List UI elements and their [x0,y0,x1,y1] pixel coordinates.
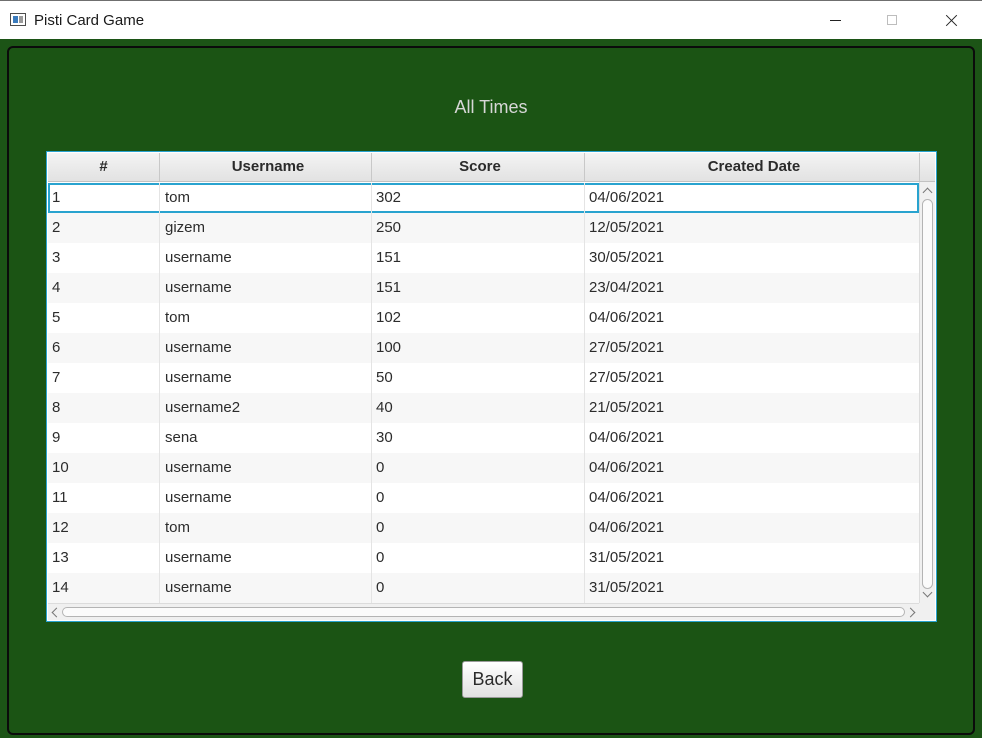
cell-username: username [160,543,372,573]
cell-username: username [160,573,372,603]
cell-created-date: 27/05/2021 [589,369,665,386]
cell-created-date: 04/06/2021 [589,519,665,536]
content-panel: All Times # Username Score Created Date … [7,46,975,735]
cell-username: tom [160,513,372,543]
back-button[interactable]: Back [462,661,523,698]
cell-username: tom [160,303,372,333]
cell-score: 100 [372,333,585,363]
cell-rank: 12 [48,513,160,543]
cell-score: 40 [372,393,585,423]
table-row[interactable]: 2 gizem 250 12/05/2021 [48,213,919,243]
cell-score: 30 [372,423,585,453]
cell-username: username [160,243,372,273]
column-header-username[interactable]: Username [160,153,372,181]
cell-rank: 5 [48,303,160,333]
cell-username: username [160,483,372,513]
minimize-icon[interactable] [806,1,864,39]
app-icon [10,13,26,26]
cell-username: username [160,363,372,393]
cell-rank: 11 [48,483,160,513]
cell-created-date: 27/05/2021 [589,339,665,356]
cell-created-date: 31/05/2021 [589,579,665,596]
table-row[interactable]: 3 username 151 30/05/2021 [48,243,919,273]
cell-username: tom [160,183,372,213]
column-header-created-date[interactable]: Created Date [585,153,919,181]
scrollbar-corner [919,603,935,620]
column-header-score[interactable]: Score [372,153,585,181]
cell-rank: 9 [48,423,160,453]
cell-rank: 13 [48,543,160,573]
cell-created-date: 04/06/2021 [589,309,665,326]
scroll-right-icon[interactable] [905,607,916,618]
header-corner [919,153,936,181]
cell-username: gizem [160,213,372,243]
cell-score: 151 [372,243,585,273]
cell-score: 102 [372,303,585,333]
cell-created-date: 12/05/2021 [589,219,665,236]
scores-table[interactable]: # Username Score Created Date 1 tom 302 04/… [46,151,937,622]
page-heading: All Times [454,97,528,117]
cell-created-date: 04/06/2021 [589,489,665,506]
cell-score: 50 [372,363,585,393]
cell-score: 0 [372,543,585,573]
cell-username: username2 [160,393,372,423]
cell-rank: 1 [48,183,160,213]
cell-score: 0 [372,573,585,603]
vertical-scrollbar[interactable] [919,182,935,603]
table-row[interactable]: 11 username 0 04/06/2021 [48,483,919,513]
cell-rank: 10 [48,453,160,483]
table-row[interactable]: 10 username 0 04/06/2021 [48,453,919,483]
cell-rank: 6 [48,333,160,363]
cell-score: 250 [372,213,585,243]
cell-rank: 8 [48,393,160,423]
vertical-scroll-thumb[interactable] [922,199,933,589]
cell-created-date: 04/06/2021 [589,429,665,446]
cell-username: username [160,453,372,483]
table-row[interactable]: 12 tom 0 04/06/2021 [48,513,919,543]
cell-score: 302 [372,183,585,213]
table-header: # Username Score Created Date [48,153,935,182]
scroll-left-icon[interactable] [51,607,62,618]
scroll-up-icon[interactable] [922,187,933,198]
window-title: Pisti Card Game [34,12,145,29]
cell-score: 151 [372,273,585,303]
table-row[interactable]: 13 username 0 31/05/2021 [48,543,919,573]
cell-created-date: 23/04/2021 [589,279,665,296]
cell-rank: 14 [48,573,160,603]
table-row[interactable]: 6 username 100 27/05/2021 [48,333,919,363]
cell-created-date: 31/05/2021 [589,549,665,566]
cell-username: username [160,273,372,303]
cell-rank: 4 [48,273,160,303]
table-row[interactable]: 9 sena 30 04/06/2021 [48,423,919,453]
cell-username: username [160,333,372,363]
maximize-icon[interactable] [864,1,922,39]
table-row[interactable]: 7 username 50 27/05/2021 [48,363,919,393]
horizontal-scrollbar[interactable] [48,603,919,620]
cell-score: 0 [372,513,585,543]
cell-created-date: 30/05/2021 [589,249,665,266]
table-row[interactable]: 8 username2 40 21/05/2021 [48,393,919,423]
table-body: 1 tom 302 04/06/2021 2 gizem 250 12/05/2021 3 use… [48,183,919,603]
cell-created-date: 21/05/2021 [589,399,665,416]
cell-score: 0 [372,453,585,483]
horizontal-scroll-thumb[interactable] [62,607,905,617]
scroll-down-icon[interactable] [922,587,933,598]
table-row[interactable]: 4 username 151 23/04/2021 [48,273,919,303]
cell-score: 0 [372,483,585,513]
window-titlebar[interactable]: Pisti Card Game [0,0,982,39]
cell-rank: 7 [48,363,160,393]
cell-username: sena [160,423,372,453]
close-icon[interactable] [922,1,980,39]
table-row[interactable]: 1 tom 302 04/06/2021 [48,183,919,213]
cell-created-date: 04/06/2021 [589,189,665,206]
cell-rank: 3 [48,243,160,273]
column-header-rank[interactable]: # [48,153,160,181]
table-row[interactable]: 14 username 0 31/05/2021 [48,573,919,603]
cell-created-date: 04/06/2021 [589,459,665,476]
cell-rank: 2 [48,213,160,243]
game-area: All Times # Username Score Created Date … [0,39,982,738]
table-row[interactable]: 5 tom 102 04/06/2021 [48,303,919,333]
